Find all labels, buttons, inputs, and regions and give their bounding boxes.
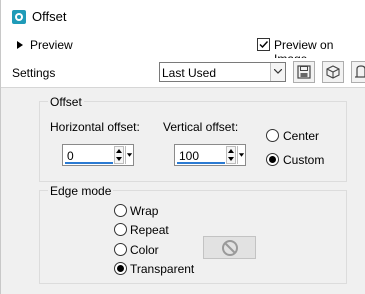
settings-label: Settings — [12, 66, 56, 80]
vertical-offset-input[interactable]: 100 — [179, 149, 199, 163]
preset-dropdown[interactable]: Last Used — [159, 62, 286, 82]
offset-group-title: Offset — [48, 95, 84, 109]
preview-row: Preview Preview on Image — [1, 34, 365, 66]
transparent-radio-label[interactable]: Transparent — [130, 262, 194, 276]
horizontal-offset-stepper[interactable]: 0 — [62, 144, 134, 166]
chevron-down-icon[interactable] — [270, 63, 285, 81]
preset-value: Last Used — [162, 66, 217, 80]
window-title: Offset — [32, 9, 67, 24]
no-color-icon — [222, 240, 238, 256]
vertical-offset-stepper[interactable]: 100 — [174, 144, 246, 166]
app-icon — [12, 10, 26, 24]
cube-icon — [326, 65, 340, 79]
dropdown-arrow-icon[interactable] — [237, 146, 245, 164]
repeat-radio[interactable] — [114, 223, 127, 236]
repeat-radio-label[interactable]: Repeat — [130, 223, 169, 237]
spin-arrows-icon[interactable] — [226, 146, 236, 164]
preset-dialog-button[interactable] — [351, 61, 365, 83]
checkmark-icon — [259, 41, 269, 49]
save-preset-button[interactable] — [293, 61, 315, 83]
color-swatch[interactable] — [203, 236, 256, 259]
save-preset-icon — [297, 65, 311, 79]
transparent-radio[interactable] — [114, 262, 127, 275]
preview-on-image-checkbox[interactable] — [257, 38, 270, 51]
title-bar: Offset — [1, 0, 365, 34]
settings-row: Settings Last Used — [1, 58, 365, 88]
focus-underline — [177, 162, 225, 164]
color-radio[interactable] — [114, 243, 127, 256]
focus-underline — [65, 162, 113, 164]
horizontal-offset-input[interactable]: 0 — [67, 149, 74, 163]
center-radio-label[interactable]: Center — [283, 129, 319, 143]
edge-mode-group-title: Edge mode — [48, 184, 114, 198]
preset-cube-button[interactable] — [322, 61, 344, 83]
vertical-offset-label: Vertical offset: — [163, 120, 239, 134]
offset-dialog: Offset Preview Preview on Image Settings… — [0, 0, 365, 294]
spin-arrows-icon[interactable] — [114, 146, 124, 164]
wrap-radio-label[interactable]: Wrap — [130, 204, 158, 218]
dialog-icon — [355, 65, 365, 78]
dropdown-arrow-icon[interactable] — [125, 146, 133, 164]
color-radio-label[interactable]: Color — [130, 243, 159, 257]
center-radio[interactable] — [266, 129, 279, 142]
custom-radio-label[interactable]: Custom — [283, 153, 324, 167]
preview-toggle[interactable]: Preview — [30, 38, 73, 52]
horizontal-offset-label: Horizontal offset: — [50, 120, 140, 134]
custom-radio[interactable] — [266, 153, 279, 166]
wrap-radio[interactable] — [114, 204, 127, 217]
expand-preview-icon[interactable] — [17, 41, 23, 49]
